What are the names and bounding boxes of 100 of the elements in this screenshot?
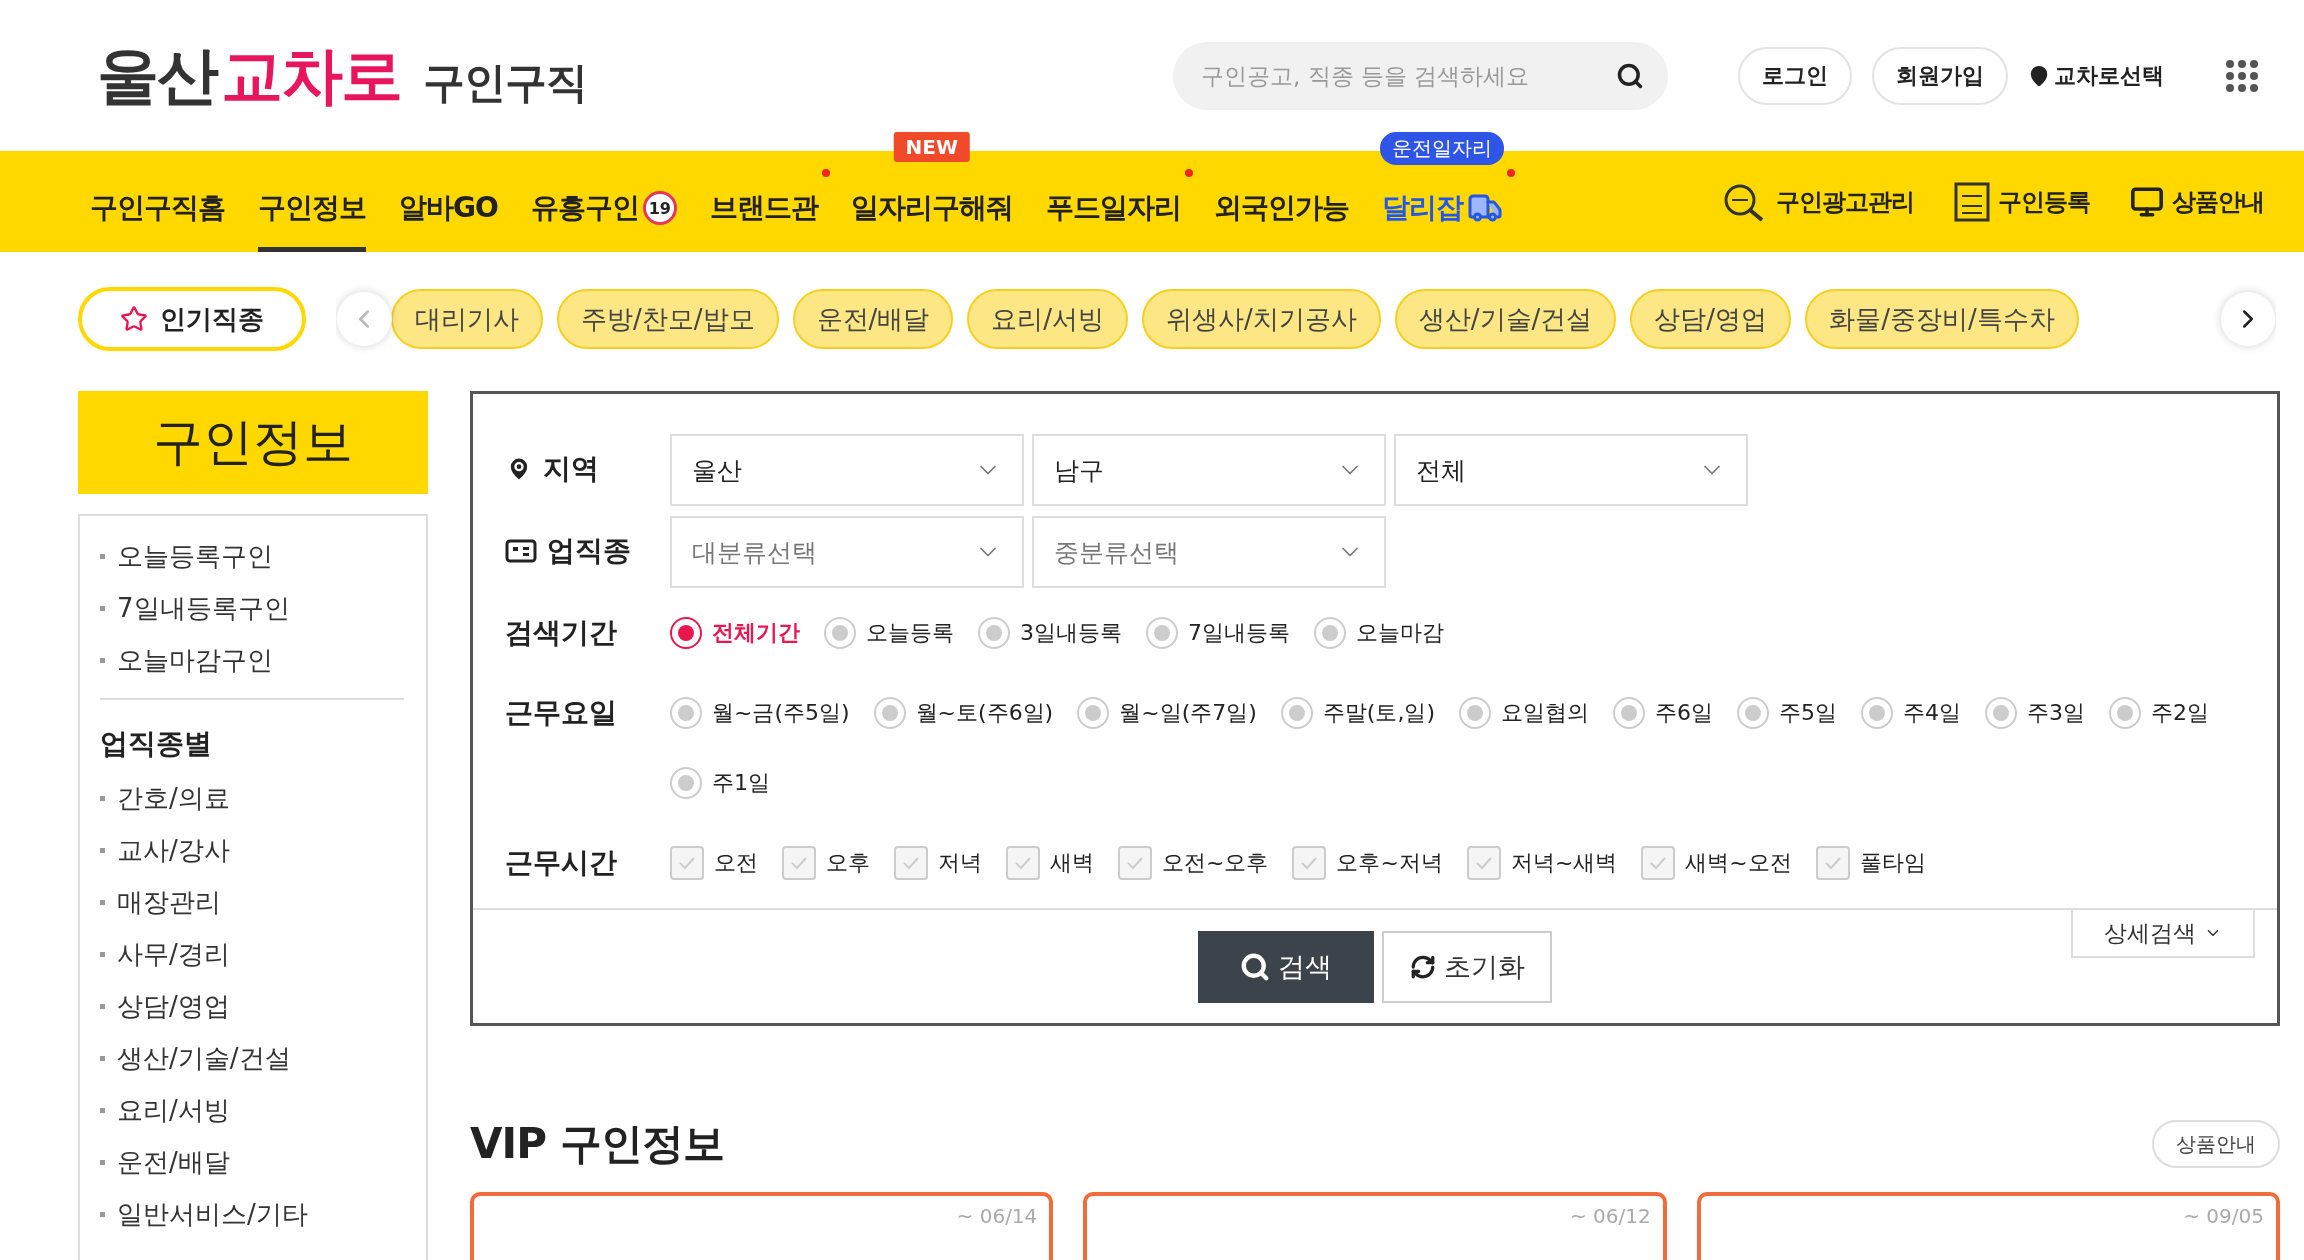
nav-tab[interactable]: 유흥구인 19: [530, 169, 677, 252]
radio-button[interactable]: [1280, 697, 1313, 729]
radio-button[interactable]: [978, 617, 1010, 649]
radio-button[interactable]: [670, 617, 702, 649]
radio-option[interactable]: 7일내등록: [1146, 598, 1290, 668]
region-select[interactable]: 전체: [1394, 434, 1748, 506]
sidebar-item[interactable]: 매장관리: [100, 876, 404, 928]
sidebar-item[interactable]: 생산/기술/건설: [100, 1032, 404, 1084]
job-chip[interactable]: 상담/영업: [1630, 289, 1792, 349]
radio-option[interactable]: 월~금(주5일): [670, 678, 850, 748]
checkbox[interactable]: [1006, 846, 1040, 880]
sidebar-item[interactable]: 요리/서빙: [100, 1084, 404, 1136]
checkbox[interactable]: [670, 846, 704, 880]
checkbox[interactable]: [1118, 846, 1152, 880]
job-chip[interactable]: 운전/배달: [792, 289, 954, 349]
radio-button[interactable]: [1861, 697, 1893, 729]
detail-search-button[interactable]: 상세검색: [2071, 908, 2255, 958]
checkbox[interactable]: [782, 846, 816, 880]
prev-button[interactable]: [336, 291, 392, 347]
sidebar-item[interactable]: 운전/배달: [100, 1136, 404, 1188]
product-info-link[interactable]: 상품안내: [2152, 1120, 2280, 1168]
radio-button[interactable]: [1613, 697, 1645, 729]
next-button[interactable]: [2220, 291, 2276, 347]
search-icon[interactable]: [1616, 61, 1644, 90]
sidebar-item[interactable]: 오늘등록구인: [100, 530, 404, 582]
radio-option[interactable]: 주2일: [2109, 678, 2209, 748]
checkbox-option[interactable]: 오전: [670, 828, 758, 898]
radio-button[interactable]: [1985, 697, 2017, 729]
region-select[interactable]: 울산: [670, 434, 1024, 506]
job-chip[interactable]: 주방/찬모/밥모: [557, 289, 779, 349]
nav-tab[interactable]: 달리잡: [1381, 169, 1503, 252]
radio-option[interactable]: 전체기간: [670, 598, 800, 668]
job-chip[interactable]: 위생사/치기공사: [1142, 289, 1381, 349]
checkbox-option[interactable]: 저녁: [894, 828, 982, 898]
sidebar-item[interactable]: 사무/경리: [100, 928, 404, 980]
location-link[interactable]: 교차로선택: [2028, 60, 2164, 91]
job-chip[interactable]: 대리기사: [391, 289, 543, 349]
sidebar-item[interactable]: 교사/강사: [100, 824, 404, 876]
checkbox[interactable]: [1466, 846, 1501, 880]
checkbox[interactable]: [1292, 846, 1327, 880]
radio-option[interactable]: 3일내등록: [978, 598, 1122, 668]
radio-option[interactable]: 주3일: [1985, 678, 2085, 748]
site-logo[interactable]: 울산교차로 구인구직: [97, 33, 1173, 118]
checkbox[interactable]: [1815, 846, 1850, 880]
checkbox[interactable]: [894, 846, 928, 880]
checkbox-option[interactable]: 새벽~오전: [1641, 828, 1792, 898]
job-select[interactable]: 대분류선택: [670, 516, 1024, 588]
sidebar-item[interactable]: 간호/의료: [100, 772, 404, 824]
job-chip[interactable]: 생산/기술/건설: [1394, 289, 1617, 349]
checkbox-option[interactable]: 오전~오후: [1118, 828, 1269, 898]
job-chip[interactable]: 화물/중장비/특수차: [1805, 289, 2079, 349]
region-select[interactable]: 남구: [1032, 434, 1386, 506]
nav-tab[interactable]: 브랜드관: [709, 169, 818, 252]
checkbox-option[interactable]: 저녁~새벽: [1466, 828, 1618, 898]
nav-tab[interactable]: 구인구직홈: [90, 169, 225, 252]
radio-button[interactable]: [2109, 697, 2141, 729]
radio-option[interactable]: 주4일: [1861, 678, 1961, 748]
radio-option[interactable]: 요일협의: [1459, 678, 1589, 748]
nav-tab[interactable]: 푸드일자리: [1045, 169, 1181, 252]
sidebar-item[interactable]: 7일내등록구인: [100, 582, 404, 634]
nav-tool-link[interactable]: 구인광고관리: [1722, 181, 1914, 222]
nav-tab[interactable]: 구인정보: [258, 169, 366, 252]
radio-option[interactable]: 월~일(주7일): [1077, 678, 1257, 748]
header-link[interactable]: 로그인: [1738, 46, 1852, 105]
radio-option[interactable]: 월~토(주6일): [873, 678, 1054, 748]
reset-button[interactable]: 초기화: [1382, 930, 1552, 1003]
nav-tool-link[interactable]: 구인등록: [1954, 181, 2090, 222]
header-link[interactable]: 회원가입: [1872, 46, 2008, 105]
nav-tab[interactable]: 외국인가능: [1213, 169, 1349, 252]
radio-button[interactable]: [670, 697, 702, 729]
checkbox-option[interactable]: 오후~저녁: [1292, 828, 1443, 898]
sidebar-item[interactable]: 일반서비스/기타: [100, 1188, 404, 1240]
radio-option[interactable]: 주5일: [1737, 678, 1837, 748]
radio-option[interactable]: 오늘등록: [824, 598, 954, 668]
job-select[interactable]: 중분류선택: [1032, 516, 1386, 588]
nav-tab[interactable]: 일자리구해줘: [850, 169, 1013, 252]
checkbox-option[interactable]: 오후: [782, 828, 870, 898]
radio-option[interactable]: 주6일: [1613, 678, 1713, 748]
nav-tab[interactable]: 알바GO: [399, 169, 498, 252]
radio-button[interactable]: [873, 697, 906, 729]
sidebar-item[interactable]: 상담/영업: [100, 980, 404, 1032]
radio-button[interactable]: [1077, 697, 1110, 729]
radio-option[interactable]: 주말(토,일): [1280, 678, 1435, 748]
radio-button[interactable]: [1737, 697, 1769, 729]
search-field[interactable]: 구인공고, 직종 등을 검색하세요: [1173, 41, 1668, 110]
radio-button[interactable]: [670, 767, 702, 799]
checkbox-option[interactable]: 풀타임: [1815, 828, 1926, 898]
sidebar-item[interactable]: 오늘마감구인: [100, 634, 404, 686]
radio-button[interactable]: [1146, 617, 1178, 649]
radio-button[interactable]: [824, 617, 856, 649]
nav-tool-link[interactable]: 상품안내: [2130, 184, 2264, 219]
search-button[interactable]: 검색: [1198, 930, 1374, 1003]
radio-option[interactable]: 오늘마감: [1314, 598, 1444, 668]
checkbox-option[interactable]: 새벽: [1006, 828, 1094, 898]
apps-grid-icon[interactable]: [2224, 57, 2260, 94]
job-chip[interactable]: 요리/서빙: [967, 289, 1129, 349]
radio-button[interactable]: [1314, 617, 1346, 649]
radio-option[interactable]: 주1일: [670, 748, 770, 818]
checkbox[interactable]: [1641, 846, 1676, 880]
radio-button[interactable]: [1459, 697, 1491, 729]
